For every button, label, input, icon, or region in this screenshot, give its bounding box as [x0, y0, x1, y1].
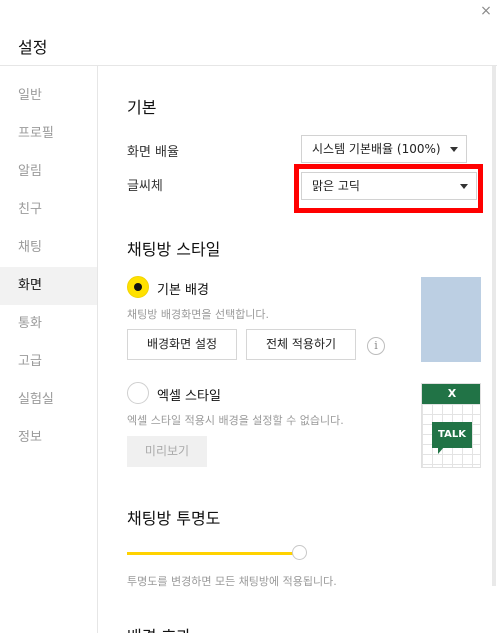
chevron-down-icon — [450, 147, 458, 152]
transparency-slider-handle[interactable] — [292, 545, 307, 560]
preview-button[interactable]: 미리보기 — [127, 436, 207, 467]
info-icon[interactable]: i — [367, 337, 385, 355]
sidebar-item-info[interactable]: 정보 — [0, 419, 97, 457]
apply-all-button[interactable]: 전체 적용하기 — [246, 329, 356, 360]
excel-style-label: 엑셀 스타일 — [157, 389, 221, 404]
sidebar-item-labs[interactable]: 실험실 — [0, 381, 97, 419]
highlight-box — [294, 164, 483, 213]
talk-badge-tail — [438, 447, 444, 454]
section-transparency-heading: 채팅방 투명도 — [127, 509, 221, 528]
zoom-select[interactable]: 시스템 기본배율 (100%) — [301, 135, 467, 163]
settings-content: 기본 화면 배율 시스템 기본배율 (100%) 글씨체 맑은 고딕 채팅방 스… — [99, 66, 491, 633]
default-background-radio[interactable] — [127, 276, 149, 298]
scrollbar-thumb[interactable] — [492, 66, 496, 586]
section-basic-heading: 기본 — [127, 98, 157, 117]
excel-icon: X — [422, 384, 480, 404]
excel-style-radio[interactable] — [127, 382, 149, 404]
close-icon[interactable]: × — [479, 4, 493, 18]
sidebar-item-profile[interactable]: 프로필 — [0, 115, 97, 153]
sidebar-item-friends[interactable]: 친구 — [0, 191, 97, 229]
sidebar-item-general[interactable]: 일반 — [0, 77, 97, 115]
transparency-desc: 투명도를 변경하면 모든 채팅방에 적용됩니다. — [127, 575, 337, 588]
excel-style-desc: 엑셀 스타일 적용시 배경을 설정할 수 없습니다. — [127, 414, 344, 427]
excel-style-preview: X TALK — [421, 383, 481, 468]
window-title: 설정 — [18, 38, 48, 57]
section-chatroom-style-heading: 채팅방 스타일 — [127, 240, 221, 259]
sidebar-item-call[interactable]: 통화 — [0, 305, 97, 343]
section-background-effect-heading: 배경 효과 — [127, 623, 191, 633]
set-wallpaper-button[interactable]: 배경화면 설정 — [127, 329, 237, 360]
zoom-label: 화면 배율 — [127, 145, 179, 160]
transparency-slider-track[interactable] — [127, 552, 299, 555]
content-scrollbar[interactable] — [491, 66, 497, 633]
sidebar-item-display[interactable]: 화면 — [0, 267, 97, 305]
zoom-select-value: 시스템 기본배율 (100%) — [312, 142, 441, 156]
default-background-label: 기본 배경 — [157, 283, 209, 298]
default-background-desc: 채팅방 배경화면을 선택합니다. — [127, 308, 270, 321]
talk-badge: TALK — [432, 422, 472, 448]
sidebar-item-chat[interactable]: 채팅 — [0, 229, 97, 267]
default-background-preview — [421, 277, 481, 362]
settings-sidebar: 일반 프로필 알림 친구 채팅 화면 통화 고급 실험실 정보 — [0, 66, 98, 633]
sidebar-item-advanced[interactable]: 고급 — [0, 343, 97, 381]
font-label: 글씨체 — [127, 179, 163, 194]
sidebar-item-notifications[interactable]: 알림 — [0, 153, 97, 191]
